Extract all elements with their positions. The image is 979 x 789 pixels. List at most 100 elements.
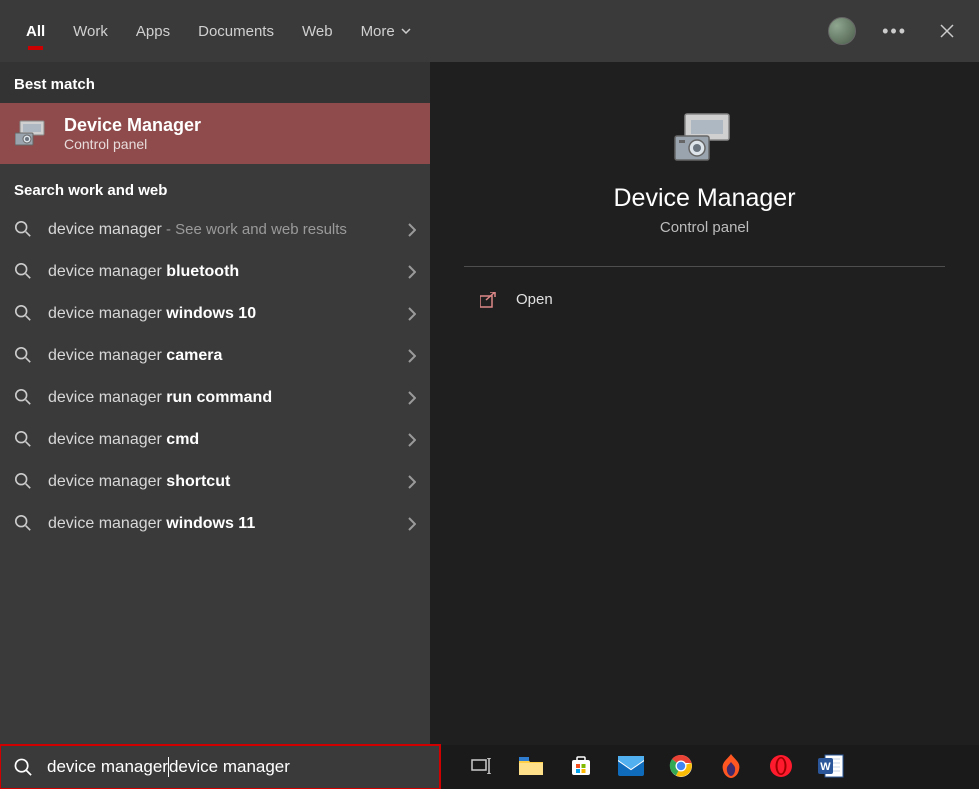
suggestion-text: device manager cmd bbox=[48, 431, 394, 449]
open-label: Open bbox=[516, 291, 553, 308]
user-avatar[interactable] bbox=[828, 17, 856, 45]
suggestion-prefix: device manager bbox=[48, 389, 166, 406]
search-input[interactable] bbox=[169, 757, 426, 777]
more-options-button[interactable]: ••• bbox=[882, 21, 907, 42]
search-main: Best match Device Manager Control panel … bbox=[0, 62, 979, 745]
search-icon bbox=[14, 262, 34, 282]
suggestion-prefix: device manager bbox=[48, 473, 166, 490]
tab-work[interactable]: Work bbox=[59, 0, 122, 62]
suggestion-prefix: device manager bbox=[48, 431, 166, 448]
search-header: All Work Apps Documents Web More ••• bbox=[0, 0, 979, 62]
tab-documents[interactable]: Documents bbox=[184, 0, 288, 62]
suggestion-text: device manager camera bbox=[48, 347, 394, 365]
search-icon bbox=[14, 514, 34, 534]
search-suggestion[interactable]: device manager bluetooth bbox=[0, 251, 430, 293]
search-icon bbox=[14, 758, 33, 777]
chevron-right-icon bbox=[408, 307, 416, 321]
chevron-right-icon bbox=[408, 391, 416, 405]
section-best-match-header: Best match bbox=[0, 62, 430, 103]
search-suggestion[interactable]: device manager cmd bbox=[0, 419, 430, 461]
open-icon bbox=[480, 292, 498, 308]
file-explorer-icon[interactable] bbox=[510, 748, 552, 786]
suggestion-completion: run command bbox=[166, 389, 272, 406]
tab-label: All bbox=[26, 23, 45, 40]
search-suggestion[interactable]: device manager shortcut bbox=[0, 461, 430, 503]
tab-more[interactable]: More bbox=[347, 0, 425, 62]
detail-panel: Device Manager Control panel Open bbox=[430, 62, 979, 745]
chrome-icon[interactable] bbox=[660, 748, 702, 786]
suggestion-prefix: device manager bbox=[48, 305, 166, 322]
best-match-subtitle: Control panel bbox=[64, 136, 201, 152]
taskbar-apps: W bbox=[440, 748, 852, 786]
suggestion-completion: cmd bbox=[166, 431, 199, 448]
svg-text:W: W bbox=[820, 761, 831, 773]
search-suggestion[interactable]: device manager run command bbox=[0, 377, 430, 419]
search-icon bbox=[14, 430, 34, 450]
header-actions: ••• bbox=[828, 17, 967, 45]
suggestion-completion: shortcut bbox=[166, 473, 230, 490]
best-match-text: Device Manager Control panel bbox=[64, 115, 201, 152]
search-icon bbox=[14, 304, 34, 324]
close-icon bbox=[939, 23, 955, 39]
suggestion-completion: windows 10 bbox=[166, 305, 256, 322]
taskbar-search-box[interactable]: device manager bbox=[0, 745, 440, 789]
word-icon[interactable]: W bbox=[810, 748, 852, 786]
search-input-text: device manager bbox=[47, 757, 168, 777]
results-panel: Best match Device Manager Control panel … bbox=[0, 62, 430, 745]
tab-label: More bbox=[361, 23, 395, 40]
microsoft-store-icon[interactable] bbox=[560, 748, 602, 786]
suggestion-completion: camera bbox=[166, 347, 222, 364]
suggestion-completion: bluetooth bbox=[166, 263, 239, 280]
search-icon bbox=[14, 472, 34, 492]
suggestion-text: device manager bluetooth bbox=[48, 263, 394, 281]
tab-label: Documents bbox=[198, 23, 274, 40]
chevron-right-icon bbox=[408, 475, 416, 489]
suggestion-note: - See work and web results bbox=[162, 221, 347, 238]
tab-label: Apps bbox=[136, 23, 170, 40]
tab-label: Web bbox=[302, 23, 333, 40]
close-button[interactable] bbox=[933, 17, 961, 45]
device-manager-icon bbox=[14, 116, 50, 152]
suggestion-text: device manager - See work and web result… bbox=[48, 221, 394, 239]
divider bbox=[464, 266, 945, 267]
detail-title: Device Manager bbox=[450, 184, 959, 213]
open-action[interactable]: Open bbox=[450, 281, 959, 318]
suggestion-text: device manager windows 11 bbox=[48, 515, 394, 533]
search-icon bbox=[14, 346, 34, 366]
best-match-title: Device Manager bbox=[64, 115, 201, 136]
suggestion-prefix: device manager bbox=[48, 221, 162, 238]
tab-web[interactable]: Web bbox=[288, 0, 347, 62]
chevron-right-icon bbox=[408, 517, 416, 531]
suggestion-prefix: device manager bbox=[48, 347, 166, 364]
tab-all[interactable]: All bbox=[12, 0, 59, 62]
tab-apps[interactable]: Apps bbox=[122, 0, 184, 62]
suggestion-text: device manager shortcut bbox=[48, 473, 394, 491]
suggestion-text: device manager run command bbox=[48, 389, 394, 407]
taskbar: device manager W bbox=[0, 745, 979, 789]
mail-icon[interactable] bbox=[610, 748, 652, 786]
search-suggestion[interactable]: device manager camera bbox=[0, 335, 430, 377]
suggestion-text: device manager windows 10 bbox=[48, 305, 394, 323]
chevron-right-icon bbox=[408, 433, 416, 447]
search-icon bbox=[14, 220, 34, 240]
suggestion-prefix: device manager bbox=[48, 263, 166, 280]
search-suggestion[interactable]: device manager - See work and web result… bbox=[0, 209, 430, 251]
suggestion-prefix: device manager bbox=[48, 515, 166, 532]
tab-label: Work bbox=[73, 23, 108, 40]
opera-icon[interactable] bbox=[760, 748, 802, 786]
chevron-right-icon bbox=[408, 349, 416, 363]
best-match-result[interactable]: Device Manager Control panel bbox=[0, 103, 430, 164]
detail-subtitle: Control panel bbox=[450, 219, 959, 236]
detail-icon bbox=[450, 110, 959, 166]
task-view-button[interactable] bbox=[460, 748, 502, 786]
chevron-right-icon bbox=[408, 223, 416, 237]
suggestion-completion: windows 11 bbox=[166, 515, 255, 532]
chevron-down-icon bbox=[401, 28, 411, 34]
search-suggestion[interactable]: device manager windows 10 bbox=[0, 293, 430, 335]
section-work-web-header: Search work and web bbox=[0, 164, 430, 209]
search-icon bbox=[14, 388, 34, 408]
search-scope-tabs: All Work Apps Documents Web More bbox=[12, 0, 828, 62]
flame-icon[interactable] bbox=[710, 748, 752, 786]
search-suggestion[interactable]: device manager windows 11 bbox=[0, 503, 430, 545]
chevron-right-icon bbox=[408, 265, 416, 279]
